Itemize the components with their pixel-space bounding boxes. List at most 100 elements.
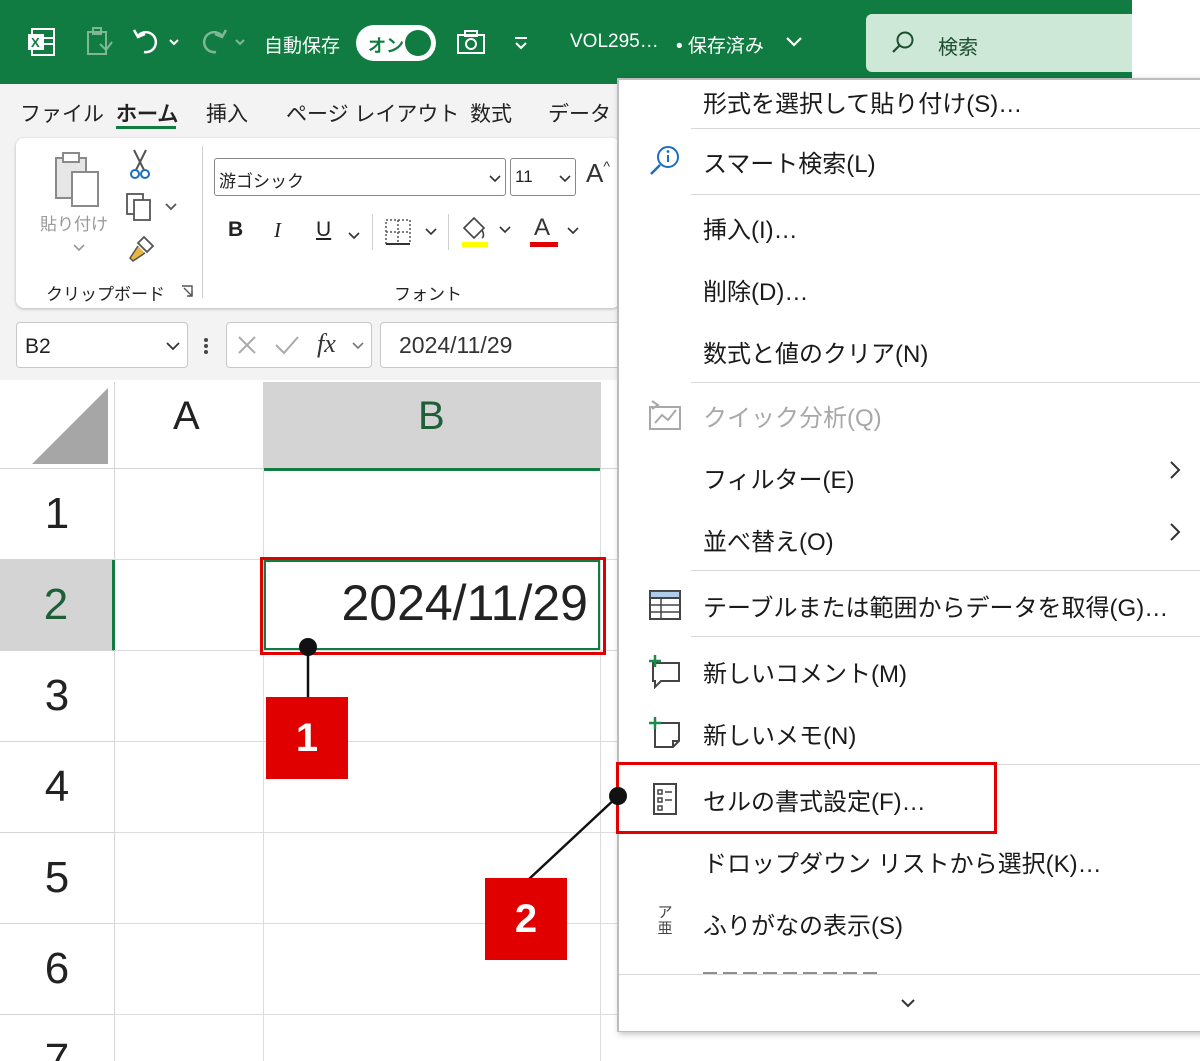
- save-status[interactable]: • 保存済み: [676, 31, 764, 58]
- annotation-connector-2: [520, 784, 630, 882]
- gridline: [114, 1014, 620, 1015]
- increase-font-size-button[interactable]: A^: [586, 158, 620, 192]
- cancel-icon[interactable]: [235, 333, 259, 357]
- dialog-launcher-icon[interactable]: [180, 284, 194, 298]
- menu-item-sort[interactable]: 並べ替え(O): [619, 508, 1200, 570]
- copy-icon[interactable]: [124, 192, 178, 222]
- menu-separator: [691, 570, 1200, 571]
- row-header-2[interactable]: 2: [0, 560, 115, 651]
- new-note-icon: [647, 715, 683, 751]
- step-badge-1: 1: [266, 697, 348, 779]
- clipboard-group-label: クリップボード: [46, 285, 165, 304]
- step-badge-2: 2: [485, 878, 567, 960]
- italic-button[interactable]: I: [274, 218, 281, 243]
- file-name[interactable]: VOL295…: [570, 31, 659, 53]
- menu-item-smart-lookup[interactable]: スマート検索(L): [619, 130, 1200, 192]
- clipboard-disabled-icon[interactable]: [84, 26, 114, 58]
- menu-item-paste-special[interactable]: 形式を選択して貼り付け(S)…: [619, 70, 1200, 132]
- menu-item-pick-from-dropdown[interactable]: ドロップダウン リストから選択(K)…: [619, 830, 1200, 892]
- row-header-5[interactable]: 5: [0, 833, 115, 924]
- chevron-down-icon: [559, 171, 571, 183]
- font-group-label: フォント: [394, 285, 462, 304]
- chevron-down-icon: [165, 339, 181, 351]
- smart-lookup-icon: [647, 143, 683, 179]
- menu-item-delete[interactable]: 削除(D)…: [619, 258, 1200, 320]
- row-label: 6: [44, 944, 70, 993]
- tab-insert[interactable]: 挿入: [206, 98, 248, 128]
- chevron-down-icon[interactable]: [784, 34, 804, 50]
- more-options-icon[interactable]: [202, 336, 210, 356]
- menu-item-filter[interactable]: フィルター(E): [619, 446, 1200, 508]
- row-header-6[interactable]: 6: [0, 924, 115, 1015]
- select-all-corner[interactable]: [0, 382, 115, 469]
- bold-button[interactable]: B: [228, 218, 243, 242]
- underline-dropdown-icon[interactable]: [348, 228, 360, 240]
- customize-qat-icon[interactable]: [512, 34, 530, 52]
- paste-label[interactable]: 貼り付け: [40, 210, 108, 235]
- row-label: 7: [44, 1035, 70, 1061]
- ribbon-home: 貼り付け クリップボード 游ゴシック 11 A^ B I U A フォント: [16, 138, 620, 308]
- format-painter-icon[interactable]: [126, 234, 156, 264]
- submenu-chevron-icon: [1168, 520, 1182, 551]
- insert-function-icon[interactable]: fx: [317, 329, 336, 359]
- font-color-glyph: A: [534, 214, 551, 241]
- font-size-combo[interactable]: 11: [510, 158, 576, 196]
- menu-item-show-phonetic[interactable]: ア亜 ふりがなの表示(S): [619, 892, 1200, 954]
- paste-dropdown-icon[interactable]: [72, 240, 86, 252]
- column-header-a[interactable]: A: [115, 382, 264, 469]
- row-label: 4: [44, 762, 70, 811]
- font-name-combo[interactable]: 游ゴシック: [214, 158, 506, 196]
- formula-input[interactable]: 2024/11/29: [380, 322, 621, 368]
- row-label: 2: [43, 580, 69, 629]
- borders-icon[interactable]: [384, 216, 444, 248]
- formula-value: 2024/11/29: [399, 332, 513, 358]
- redo-icon[interactable]: [198, 24, 248, 60]
- group-divider: [202, 146, 203, 298]
- enter-icon[interactable]: [273, 333, 301, 357]
- font-size-value: 11: [515, 167, 533, 186]
- row-header-1[interactable]: 1: [0, 469, 115, 560]
- autosave-toggle[interactable]: オン: [356, 25, 436, 61]
- menu-item-clear-contents[interactable]: 数式と値のクリア(N): [619, 320, 1200, 382]
- row-label: 5: [44, 853, 70, 902]
- underline-button[interactable]: U: [316, 218, 331, 242]
- name-box[interactable]: B2: [16, 322, 188, 368]
- submenu-chevron-icon: [1168, 458, 1182, 489]
- menu-item-new-comment[interactable]: 新しいコメント(M): [619, 640, 1200, 702]
- menu-item-insert[interactable]: 挿入(I)…: [619, 196, 1200, 258]
- row-header-4[interactable]: 4: [0, 742, 115, 833]
- undo-icon[interactable]: [132, 24, 180, 60]
- fill-color-icon[interactable]: [458, 214, 518, 250]
- row-header-7[interactable]: 7: [0, 1015, 115, 1061]
- svg-text:X: X: [31, 35, 40, 50]
- menu-item-get-data-from-table[interactable]: テーブルまたは範囲からデータを取得(G)…: [619, 574, 1200, 636]
- chevron-down-icon: [489, 171, 501, 183]
- paste-icon[interactable]: [50, 150, 104, 210]
- chevron-down-icon[interactable]: [351, 339, 365, 351]
- tab-page-layout[interactable]: ページ レイアウト: [286, 98, 459, 128]
- excel-logo-icon: X: [26, 26, 58, 58]
- search-label: 検索: [938, 37, 978, 59]
- font-color-icon[interactable]: A: [528, 214, 588, 250]
- column-label-b: B: [418, 394, 445, 438]
- table-icon: [647, 587, 683, 623]
- menu-separator: [691, 636, 1200, 637]
- cut-icon[interactable]: [126, 148, 154, 180]
- tab-home-underline: [116, 126, 176, 129]
- menu-separator: [691, 382, 1200, 383]
- font-color-swatch: [530, 242, 558, 247]
- search-box[interactable]: 検索: [866, 14, 1132, 72]
- font-name-value: 游ゴシック: [219, 172, 304, 191]
- tab-file[interactable]: ファイル: [20, 98, 104, 128]
- camera-icon[interactable]: [456, 28, 486, 56]
- tab-formulas[interactable]: 数式: [470, 98, 512, 128]
- tab-home[interactable]: ホーム: [116, 98, 178, 128]
- group-divider: [372, 214, 373, 250]
- column-header-b[interactable]: B: [264, 382, 601, 471]
- name-box-value: B2: [25, 335, 51, 358]
- menu-item-new-note[interactable]: 新しいメモ(N): [619, 702, 1200, 764]
- tab-data[interactable]: データ: [548, 98, 611, 128]
- menu-scroll-down-icon[interactable]: [899, 996, 917, 1008]
- group-divider: [448, 214, 449, 250]
- row-header-3[interactable]: 3: [0, 651, 115, 742]
